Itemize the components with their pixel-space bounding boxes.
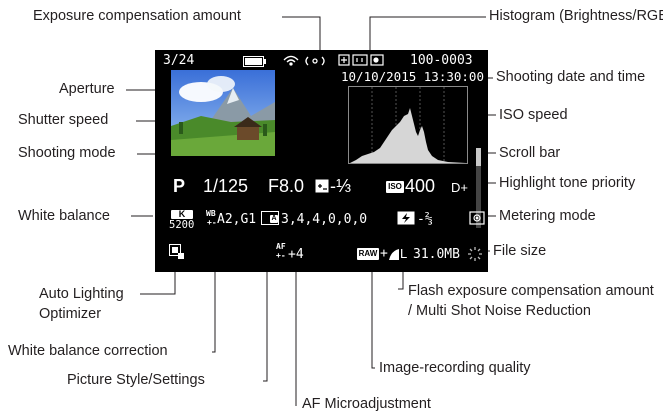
picture-style-values: 3,4,4,0,0,0: [281, 212, 368, 227]
picture-style-icon: A: [270, 215, 278, 223]
file-size-label: File size: [493, 243, 547, 259]
image-quality-label: Image-recording quality: [379, 360, 531, 376]
jpeg-quality-icon: [389, 249, 399, 260]
white-balance-label: White balance: [18, 208, 110, 224]
info-display-diagram: Exposure compensation amount Histogram (…: [0, 0, 663, 412]
wb-correction-icon: WB: [206, 209, 216, 218]
shooting-mode-label: Shooting mode: [18, 145, 116, 161]
exposure-comp-label: Exposure compensation amount: [33, 8, 241, 24]
folder-file-number: 100-0003: [410, 53, 473, 68]
af-micro-icon: AF: [276, 242, 286, 251]
shooting-date-label: Shooting date and time: [496, 69, 646, 85]
battery-icon: [243, 56, 266, 67]
wb-correction-value: A2,G1: [217, 212, 257, 227]
metering-mode-icon: [469, 211, 485, 225]
shutter-speed-value: 1/125: [203, 176, 249, 196]
highlight-tone-value: D+: [451, 180, 468, 195]
scroll-bar-thumb[interactable]: [476, 148, 481, 166]
flash-comp-value: -⅔: [417, 212, 433, 227]
flash-comp-icon: [397, 211, 415, 225]
exposure-comp-icon: [315, 179, 329, 193]
highlight-tone-label: Highlight tone priority: [499, 175, 636, 191]
shooting-mode-value: P: [173, 176, 186, 196]
histogram-graph: [348, 86, 468, 164]
wifi-off-icon: [283, 55, 325, 66]
quality-plus: +: [380, 246, 388, 261]
white-balance-badge: K: [171, 210, 193, 219]
picture-style-label: Picture Style/Settings: [67, 372, 205, 388]
metering-mode-label: Metering mode: [499, 208, 596, 224]
af-micro-value: +4: [288, 247, 304, 262]
photo-thumbnail: [171, 70, 275, 156]
flash-comp-label: Flash exposure compensation amount / Mul…: [408, 283, 654, 319]
alo-label: Auto Lighting Optimizer: [39, 286, 124, 322]
iso-icon: ISO: [386, 181, 404, 193]
iso-speed-label: ISO speed: [499, 107, 568, 123]
frame-counter: 3/24: [163, 53, 195, 68]
shooting-date-time: 10/10/2015 13:30:00: [341, 69, 484, 84]
exposure-comp-value: -⅓: [330, 176, 352, 196]
shutter-speed-label: Shutter speed: [18, 112, 109, 128]
aperture-label: Aperture: [59, 81, 115, 97]
busy-spinner-icon: [468, 247, 482, 261]
wb-correction-label: White balance correction: [8, 343, 168, 359]
white-balance-kelvin: 5200: [169, 219, 195, 231]
aperture-value: F8.0: [268, 176, 305, 196]
auto-lighting-optimizer-icon: [169, 244, 184, 259]
file-size-value: 31.0MB: [413, 247, 460, 262]
image-size-value: L: [400, 246, 408, 261]
scroll-bar-label: Scroll bar: [499, 145, 561, 161]
camera-lcd-screen: 3/24 100-0003 10/10/2015 13:30:00 P 1/12…: [155, 50, 488, 272]
histogram-label: Histogram (Brightness/RGB): [489, 8, 663, 24]
raw-icon: RAW: [357, 248, 379, 260]
protect-lock-icon: [338, 54, 384, 66]
af-micro-label: AF Microadjustment: [302, 396, 431, 412]
iso-speed-value: 400: [405, 176, 436, 196]
